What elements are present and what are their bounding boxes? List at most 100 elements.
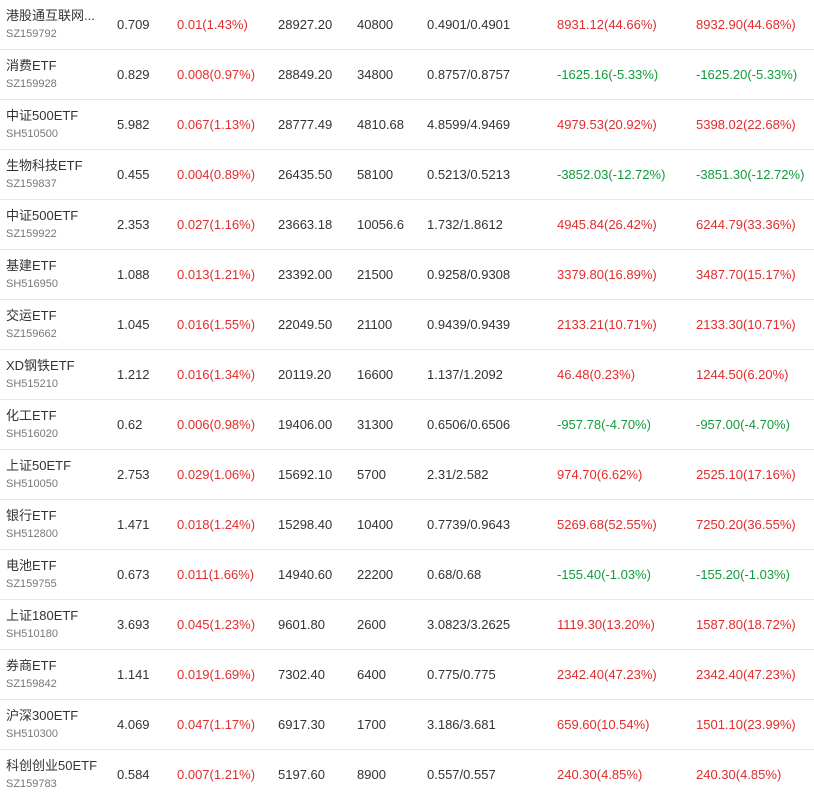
total-profit: 2525.10(17.16%) xyxy=(696,467,796,482)
fund-name-cell[interactable]: 交运ETF SZ159662 xyxy=(6,307,111,342)
fund-name-cell[interactable]: 中证500ETF SH510500 xyxy=(6,107,111,142)
share-count: 22200 xyxy=(357,567,394,582)
share-count: 4810.68 xyxy=(357,117,404,132)
share-count: 21500 xyxy=(357,267,394,282)
fund-name[interactable]: 中证500ETF xyxy=(6,107,106,124)
fund-name-cell[interactable]: 沪深300ETF SH510300 xyxy=(6,707,111,742)
current-price: 1.141 xyxy=(117,667,150,682)
fund-name[interactable]: 化工ETF xyxy=(6,407,106,424)
fund-name-cell[interactable]: 上证180ETF SH510180 xyxy=(6,607,111,642)
current-price: 0.709 xyxy=(117,17,150,32)
holding-profit: 5269.68(52.55%) xyxy=(557,517,657,532)
total-profit: -3851.30(-12.72%) xyxy=(696,167,805,182)
fund-name[interactable]: 港股通互联网... xyxy=(6,7,106,24)
cost-price: 0.68/0.68 xyxy=(427,567,482,582)
fund-name[interactable]: 交运ETF xyxy=(6,307,106,324)
price-change: 0.007(1.21%) xyxy=(177,767,256,782)
price-change: 0.047(1.17%) xyxy=(177,717,256,732)
fund-name[interactable]: 上证180ETF xyxy=(6,607,106,624)
fund-name-cell[interactable]: XD钢铁ETF SH515210 xyxy=(6,357,111,392)
price-change: 0.011(1.66%) xyxy=(177,567,255,582)
holding-profit: 8931.12(44.66%) xyxy=(557,17,657,32)
table-row[interactable]: 基建ETF SH516950 1.088 0.013(1.21%) 23392.… xyxy=(0,250,814,300)
table-row[interactable]: 沪深300ETF SH510300 4.069 0.047(1.17%) 691… xyxy=(0,700,814,750)
table-row[interactable]: 港股通互联网... SZ159792 0.709 0.01(1.43%) 289… xyxy=(0,0,814,50)
total-profit: 5398.02(22.68%) xyxy=(696,117,796,132)
market-value: 7302.40 xyxy=(278,667,325,682)
fund-name-cell[interactable]: 中证500ETF SZ159922 xyxy=(6,207,111,242)
table-row[interactable]: 消费ETF SZ159928 0.829 0.008(0.97%) 28849.… xyxy=(0,50,814,100)
fund-name[interactable]: 消费ETF xyxy=(6,57,106,74)
current-price: 0.673 xyxy=(117,567,150,582)
fund-name-cell[interactable]: 港股通互联网... SZ159792 xyxy=(6,7,111,42)
fund-code: SZ159755 xyxy=(6,578,57,590)
fund-name[interactable]: 沪深300ETF xyxy=(6,707,106,724)
price-change: 0.045(1.23%) xyxy=(177,617,256,632)
table-row[interactable]: 上证180ETF SH510180 3.693 0.045(1.23%) 960… xyxy=(0,600,814,650)
total-profit: 240.30(4.85%) xyxy=(696,767,782,782)
current-price: 0.584 xyxy=(117,767,150,782)
table-row[interactable]: 中证500ETF SH510500 5.982 0.067(1.13%) 287… xyxy=(0,100,814,150)
fund-code: SZ159783 xyxy=(6,778,57,790)
holding-profit: 659.60(10.54%) xyxy=(557,717,650,732)
market-value: 5197.60 xyxy=(278,767,325,782)
table-row[interactable]: 中证500ETF SZ159922 2.353 0.027(1.16%) 236… xyxy=(0,200,814,250)
current-price: 5.982 xyxy=(117,117,150,132)
current-price: 0.62 xyxy=(117,417,143,432)
table-row[interactable]: 科创创业50ETF SZ159783 0.584 0.007(1.21%) 51… xyxy=(0,750,814,799)
holding-profit: 3379.80(16.89%) xyxy=(557,267,657,282)
fund-name-cell[interactable]: 银行ETF SH512800 xyxy=(6,507,111,542)
holding-profit: 2342.40(47.23%) xyxy=(557,667,657,682)
market-value: 19406.00 xyxy=(278,417,333,432)
fund-name[interactable]: 科创创业50ETF xyxy=(6,757,106,774)
holding-profit: 2133.21(10.71%) xyxy=(557,317,657,332)
fund-name[interactable]: 电池ETF xyxy=(6,557,106,574)
cost-price: 0.557/0.557 xyxy=(427,767,496,782)
total-profit: 2342.40(47.23%) xyxy=(696,667,796,682)
fund-name-cell[interactable]: 电池ETF SZ159755 xyxy=(6,557,111,592)
fund-name-cell[interactable]: 消费ETF SZ159928 xyxy=(6,57,111,92)
table-row[interactable]: 银行ETF SH512800 1.471 0.018(1.24%) 15298.… xyxy=(0,500,814,550)
share-count: 10056.6 xyxy=(357,217,404,232)
fund-name[interactable]: 银行ETF xyxy=(6,507,106,524)
fund-name-cell[interactable]: 化工ETF SH516020 xyxy=(6,407,111,442)
table-row[interactable]: XD钢铁ETF SH515210 1.212 0.016(1.34%) 2011… xyxy=(0,350,814,400)
total-profit: 8932.90(44.68%) xyxy=(696,17,796,32)
market-value: 28927.20 xyxy=(278,17,333,32)
total-profit: 3487.70(15.17%) xyxy=(696,267,796,282)
table-row[interactable]: 电池ETF SZ159755 0.673 0.011(1.66%) 14940.… xyxy=(0,550,814,600)
fund-name[interactable]: 生物科技ETF xyxy=(6,157,106,174)
table-row[interactable]: 生物科技ETF SZ159837 0.455 0.004(0.89%) 2643… xyxy=(0,150,814,200)
market-value: 23663.18 xyxy=(278,217,333,232)
share-count: 10400 xyxy=(357,517,394,532)
holding-profit: 240.30(4.85%) xyxy=(557,767,643,782)
table-row[interactable]: 券商ETF SZ159842 1.141 0.019(1.69%) 7302.4… xyxy=(0,650,814,700)
fund-name-cell[interactable]: 上证50ETF SH510050 xyxy=(6,457,111,492)
market-value: 14940.60 xyxy=(278,567,333,582)
fund-code: SH512800 xyxy=(6,528,58,540)
fund-code: SH510180 xyxy=(6,628,58,640)
current-price: 1.088 xyxy=(117,267,150,282)
fund-name[interactable]: 券商ETF xyxy=(6,657,106,674)
share-count: 31300 xyxy=(357,417,394,432)
fund-name-cell[interactable]: 券商ETF SZ159842 xyxy=(6,657,111,692)
table-row[interactable]: 化工ETF SH516020 0.62 0.006(0.98%) 19406.0… xyxy=(0,400,814,450)
fund-name[interactable]: XD钢铁ETF xyxy=(6,357,106,374)
cost-price: 0.4901/0.4901 xyxy=(427,17,511,32)
fund-name-cell[interactable]: 科创创业50ETF SZ159783 xyxy=(6,757,111,792)
holding-profit: -3852.03(-12.72%) xyxy=(557,167,666,182)
fund-name[interactable]: 基建ETF xyxy=(6,257,106,274)
table-row[interactable]: 上证50ETF SH510050 2.753 0.029(1.06%) 1569… xyxy=(0,450,814,500)
fund-name[interactable]: 上证50ETF xyxy=(6,457,106,474)
current-price: 3.693 xyxy=(117,617,150,632)
holding-profit: 4945.84(26.42%) xyxy=(557,217,657,232)
fund-name[interactable]: 中证500ETF xyxy=(6,207,106,224)
fund-code: SH515210 xyxy=(6,378,58,390)
holding-profit: -957.78(-4.70%) xyxy=(557,417,651,432)
fund-name-cell[interactable]: 生物科技ETF SZ159837 xyxy=(6,157,111,192)
fund-code: SZ159928 xyxy=(6,78,57,90)
market-value: 6917.30 xyxy=(278,717,325,732)
table-row[interactable]: 交运ETF SZ159662 1.045 0.016(1.55%) 22049.… xyxy=(0,300,814,350)
fund-code: SZ159792 xyxy=(6,28,57,40)
fund-name-cell[interactable]: 基建ETF SH516950 xyxy=(6,257,111,292)
